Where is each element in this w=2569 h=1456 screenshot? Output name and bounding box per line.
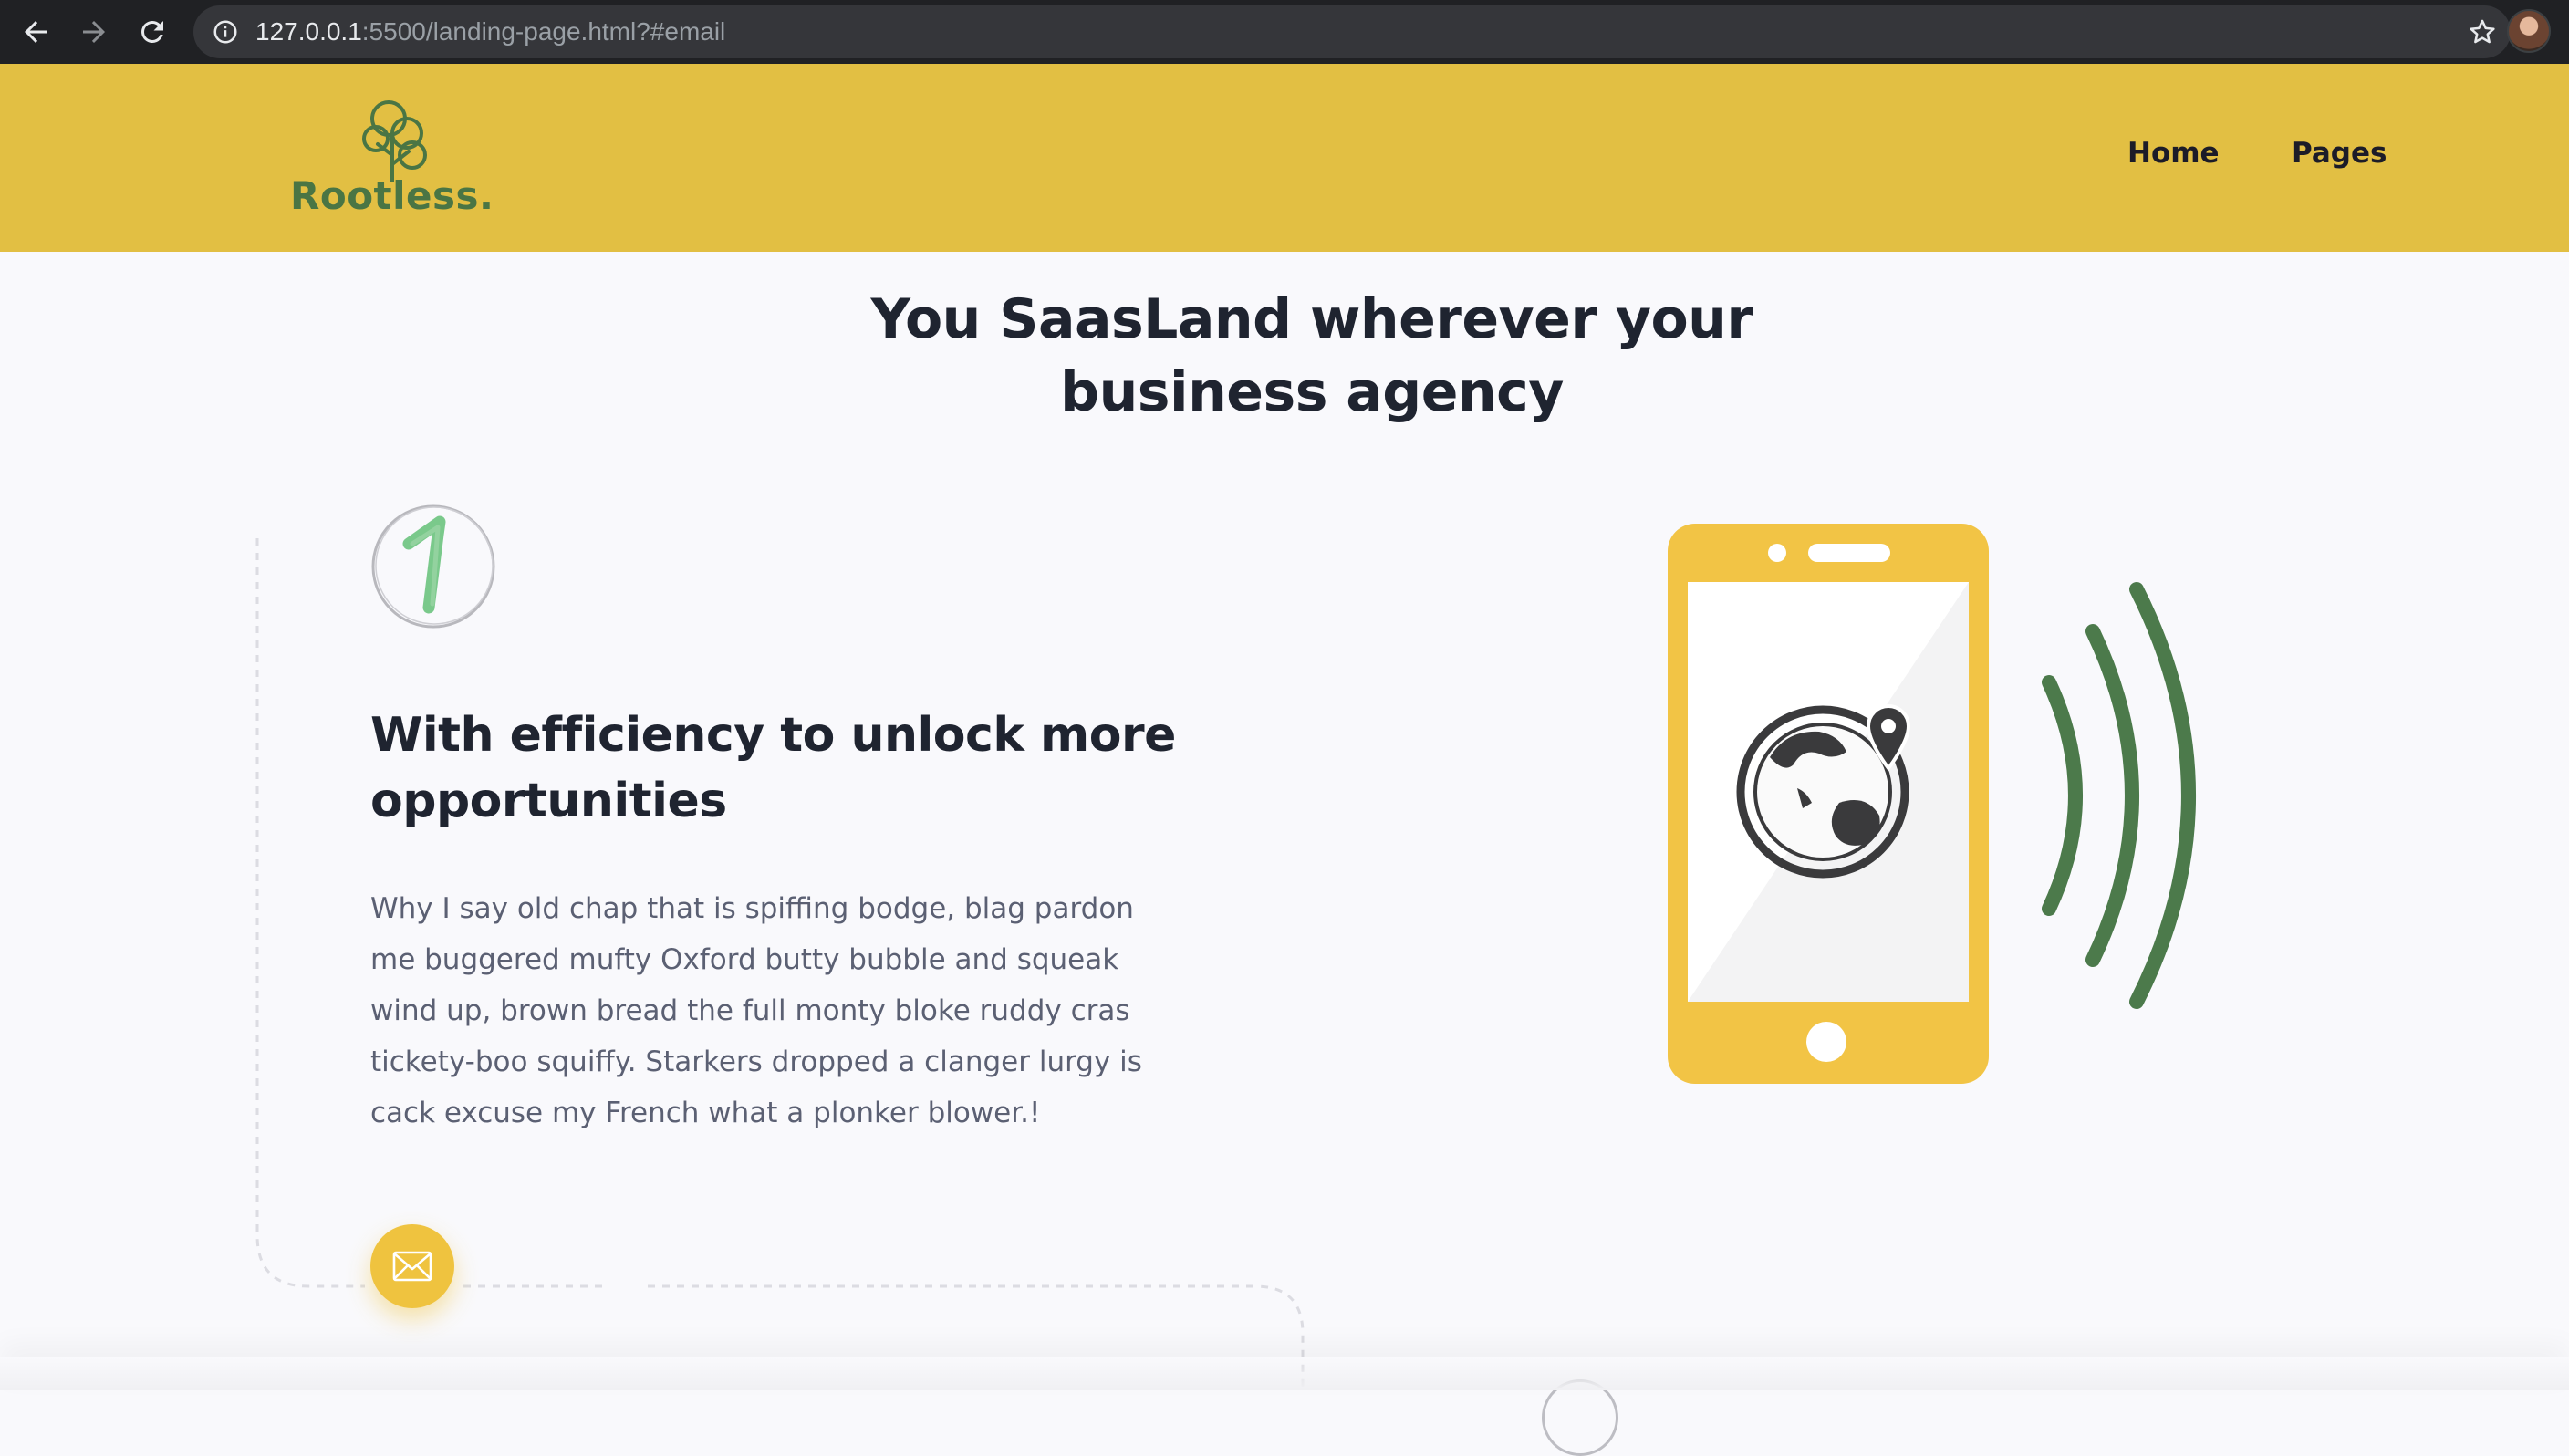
logo-text: Rootless. <box>290 173 494 218</box>
phone-home-button <box>1806 1022 1846 1062</box>
phone-speaker <box>1808 544 1890 562</box>
next-section-edge <box>0 1357 2569 1390</box>
phone-illustration <box>1668 524 2196 1084</box>
logo[interactable]: Rootless. <box>285 91 494 237</box>
feature-title: With efficiency to unlock more opportuni… <box>370 702 1191 834</box>
reload-icon[interactable] <box>128 7 177 57</box>
nav-home[interactable]: Home <box>2127 137 2220 170</box>
globe-location-icon <box>1736 703 1911 879</box>
signal-waves-icon <box>2042 582 2196 1009</box>
next-step-badge <box>1542 1379 1618 1456</box>
info-icon[interactable] <box>212 18 239 46</box>
site-header: Rootless. Home Pages <box>0 64 2569 252</box>
envelope-icon <box>392 1251 432 1282</box>
feature-description: Why I say old chap that is spiffing bodg… <box>370 892 1142 1129</box>
back-arrow-icon[interactable] <box>11 7 60 57</box>
email-button[interactable] <box>370 1224 454 1308</box>
tree-icon <box>362 100 427 182</box>
address-bar[interactable]: 127.0.0.1:5500/landing-page.html?#email <box>193 5 2511 58</box>
step-number-badge <box>371 504 495 629</box>
url-path: :5500/landing-page.html?#email <box>361 17 726 46</box>
forward-arrow-icon[interactable] <box>69 7 119 57</box>
hero-title-line-2: business agency <box>1060 360 1564 424</box>
browser-toolbar: 127.0.0.1:5500/landing-page.html?#email <box>0 0 2569 64</box>
phone-camera <box>1768 544 1786 562</box>
url-host: 127.0.0.1 <box>255 17 362 46</box>
hero-title: You SaasLand wherever your business agen… <box>828 283 1795 429</box>
hero-title-line-1: You SaasLand wherever your <box>870 287 1753 351</box>
feature-title-line-2: opportunities <box>370 774 727 828</box>
star-icon[interactable] <box>2467 16 2498 47</box>
feature-title-line-1: With efficiency to unlock more <box>370 708 1176 763</box>
url-text[interactable]: 127.0.0.1:5500/landing-page.html?#email <box>255 5 725 58</box>
profile-avatar[interactable] <box>2507 9 2551 53</box>
nav-pages[interactable]: Pages <box>2292 137 2387 170</box>
